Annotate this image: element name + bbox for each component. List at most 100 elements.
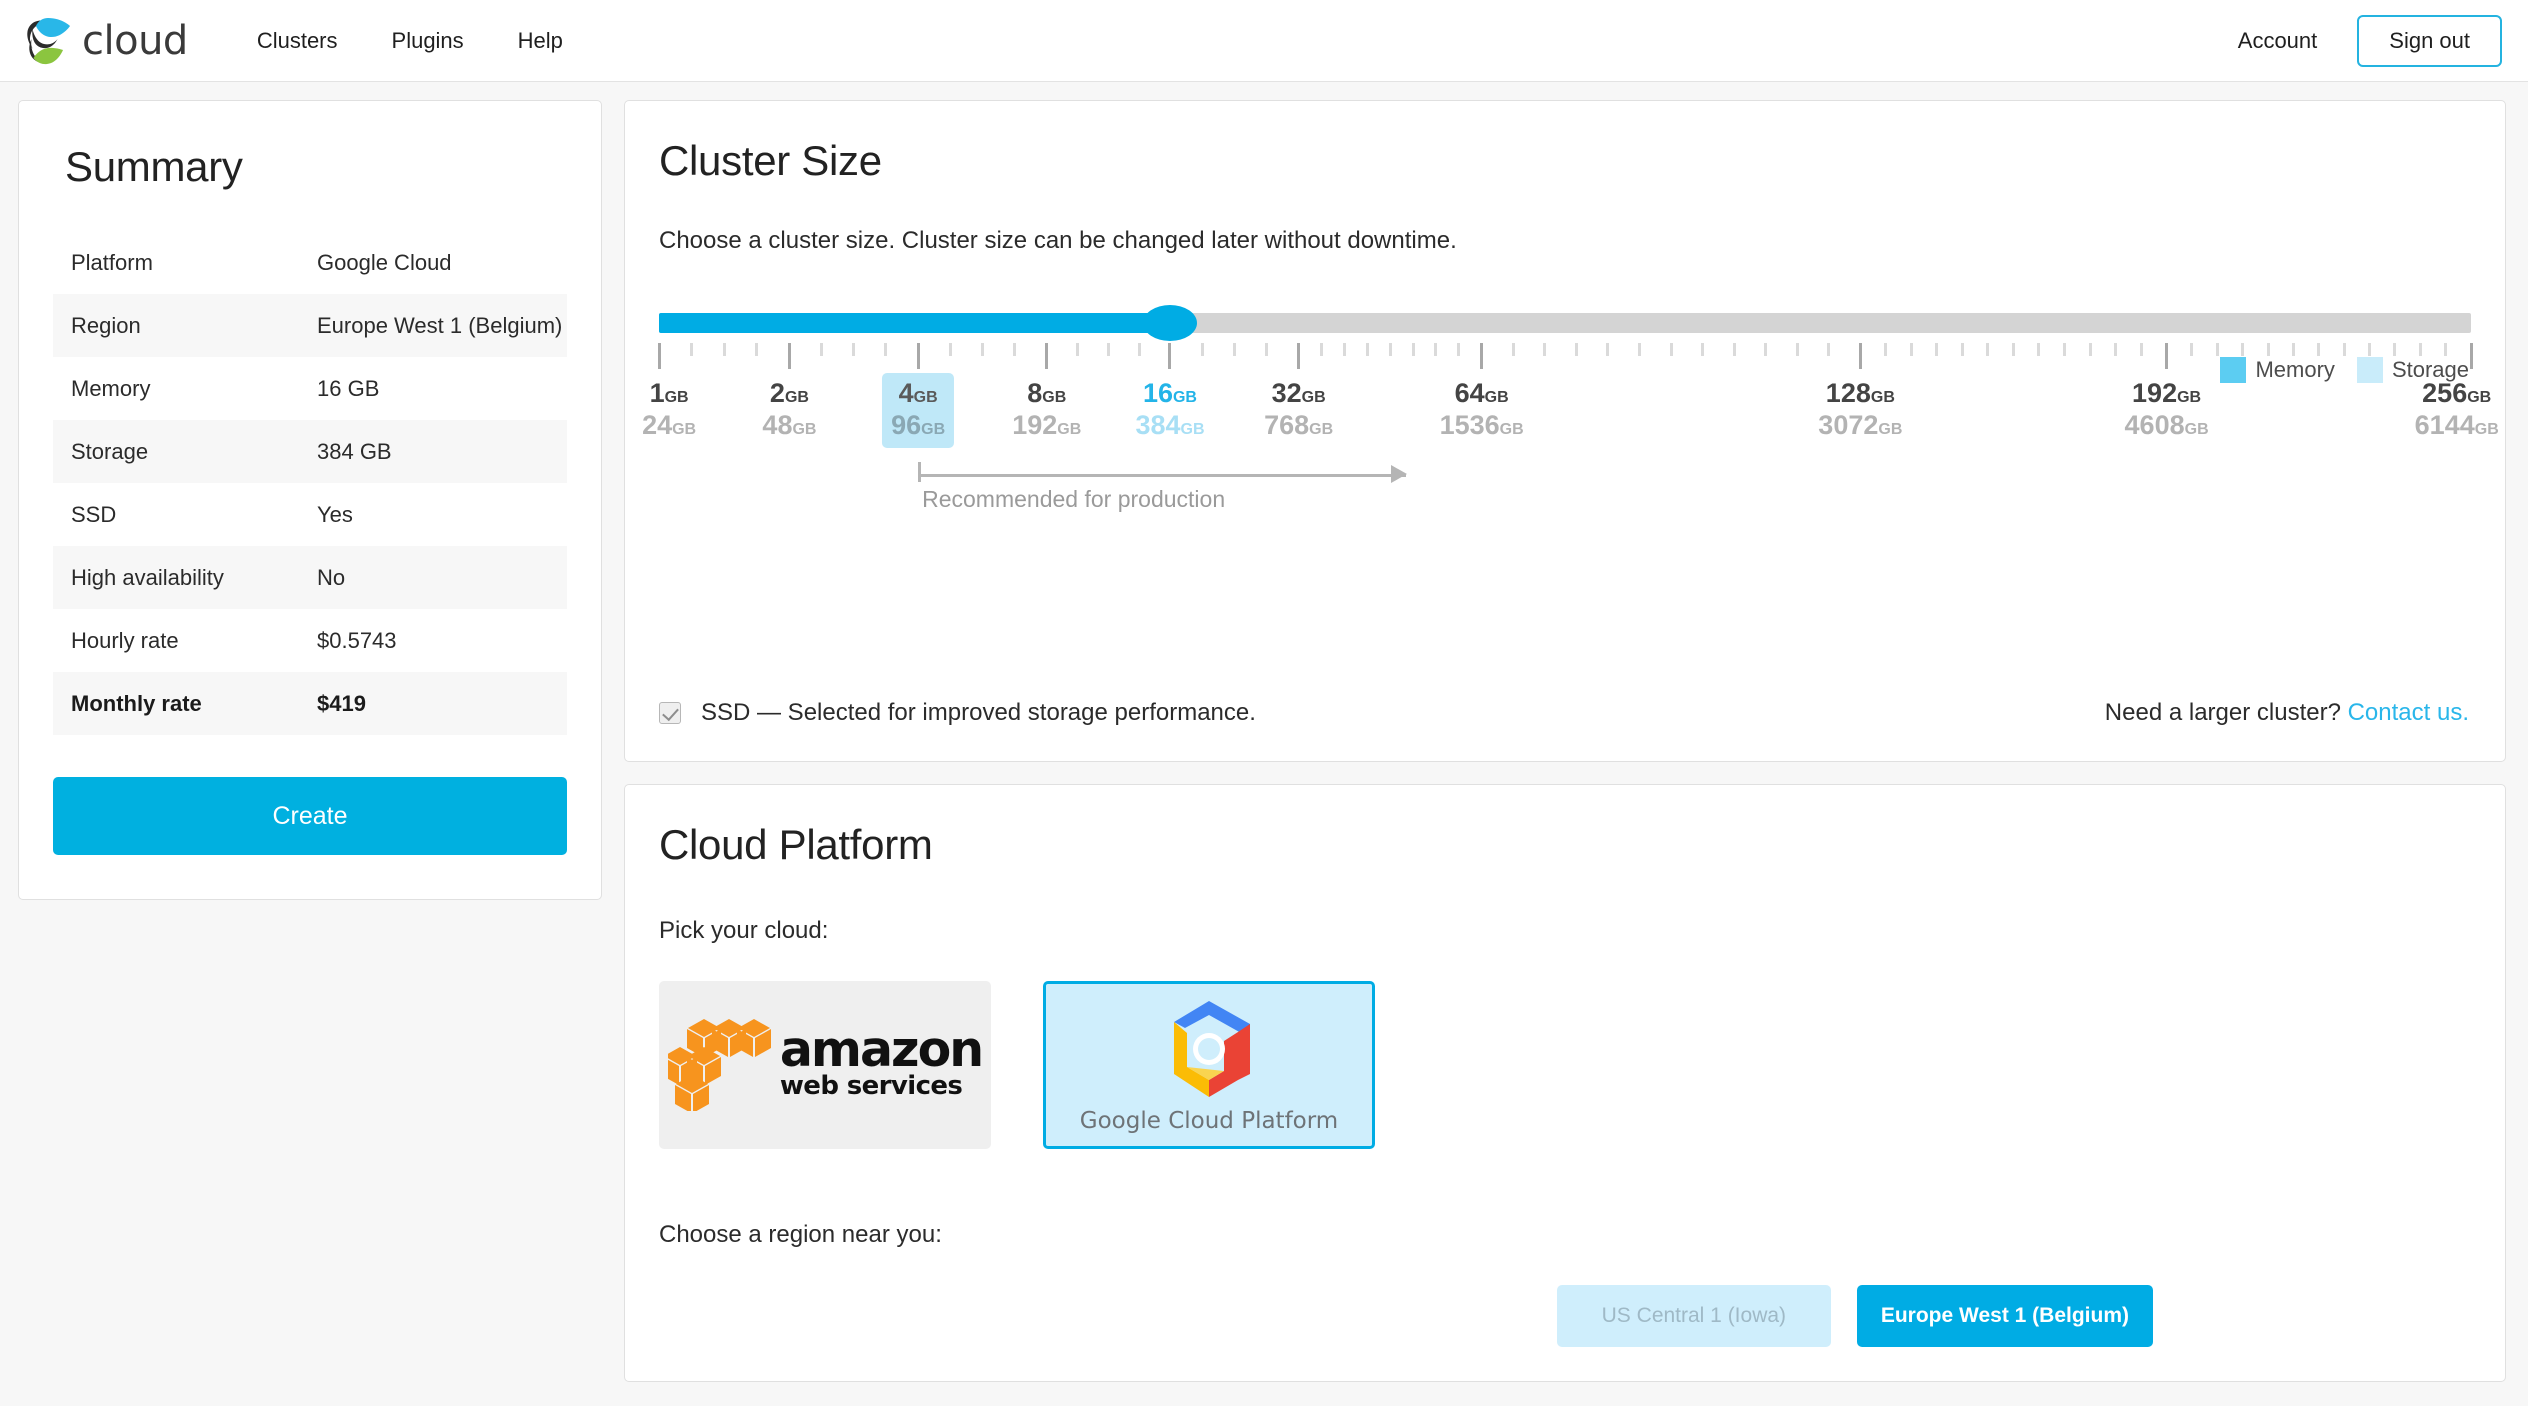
create-button[interactable]: Create (53, 777, 567, 855)
table-row: Region Europe West 1 (Belgium) (53, 294, 567, 357)
recommended-range-indicator: Recommended for production (918, 470, 1405, 526)
slider-tick-minor (1884, 343, 1887, 356)
aws-logo: amazon web services (668, 1015, 982, 1116)
tick-memory-value: 4GB (891, 379, 945, 409)
slider-tick-minor (1543, 343, 1546, 356)
tick-memory-unit: GB (1302, 389, 1326, 406)
tick-memory-unit: GB (1485, 389, 1509, 406)
ssd-checkbox[interactable] (659, 702, 681, 724)
slider-tick-minor (1233, 343, 1236, 356)
slider-tick-label[interactable]: 8GB192GB (1003, 373, 1090, 448)
slider-tick-label[interactable]: 1GB24GB (633, 373, 705, 448)
slider-tick-minor (2393, 343, 2396, 356)
tick-storage-value: 96GB (891, 411, 945, 441)
slider-tick-major (1480, 343, 1483, 369)
tick-storage-unit: GB (2475, 421, 2499, 438)
slider-tick-minor (1512, 343, 1515, 356)
tick-memory-unit: GB (1173, 389, 1197, 406)
slider-tick-label[interactable]: 128GB3072GB (1809, 373, 1911, 448)
recommended-label: Recommended for production (922, 486, 1225, 513)
tick-memory-value: 2GB (762, 379, 816, 409)
slider-tick-minor (1457, 343, 1460, 356)
slider-thumb[interactable] (1143, 305, 1197, 341)
slider-tick-minor (1606, 343, 1609, 356)
region-button-us-central-1[interactable]: US Central 1 (Iowa) (1557, 1285, 1831, 1347)
tick-storage-value: 1536GB (1440, 411, 1524, 441)
nav-link-clusters[interactable]: Clusters (230, 28, 365, 54)
slider-tick-minor (2089, 343, 2092, 356)
tick-storage-value: 384GB (1135, 411, 1204, 441)
tick-memory-value: 32GB (1264, 379, 1333, 409)
slider-tick-major (917, 343, 920, 369)
top-navbar: cloud Clusters Plugins Help Account Sign… (0, 0, 2528, 82)
account-link[interactable]: Account (2198, 28, 2358, 54)
slider-tick-label[interactable]: 4GB96GB (882, 373, 954, 448)
slider-tick-label[interactable]: 192GB4608GB (2116, 373, 2218, 448)
tick-memory-unit: GB (2177, 389, 2201, 406)
slider-tick-minor (1434, 343, 1437, 356)
slider-tick-label[interactable]: 64GB1536GB (1431, 373, 1533, 448)
tick-storage-unit: GB (1309, 421, 1333, 438)
slider-tick-minor (690, 343, 693, 356)
nav-link-help[interactable]: Help (491, 28, 590, 54)
recommended-start-cap (918, 462, 921, 482)
row-key: Hourly rate (53, 609, 299, 672)
slider-tick-label[interactable]: 2GB48GB (753, 373, 825, 448)
slider-tick-minor (2063, 343, 2066, 356)
slider-tick-marks (659, 343, 2471, 369)
tick-memory-value: 1GB (642, 379, 696, 409)
slider-tick-major (2165, 343, 2168, 369)
slider-tick-minor (1827, 343, 1830, 356)
slider-tick-label[interactable]: 16GB384GB (1126, 373, 1213, 448)
cloud-option-aws[interactable]: amazon web services (659, 981, 991, 1149)
tick-storage-unit: GB (792, 421, 816, 438)
need-larger-cluster-note: Need a larger cluster? Contact us. (2105, 699, 2469, 727)
cluster-size-slider[interactable]: 1GB24GB2GB48GB4GB96GB8GB192GB16GB384GB32… (659, 295, 2471, 485)
tick-memory-unit: GB (785, 389, 809, 406)
row-key: Region (53, 294, 299, 357)
slider-tick-minor (1638, 343, 1641, 356)
slider-tick-minor (1701, 343, 1704, 356)
slider-tick-minor (1265, 343, 1268, 356)
row-value: 16 GB (299, 357, 567, 420)
row-value: Google Cloud (299, 231, 567, 294)
tick-storage-unit: GB (1878, 421, 1902, 438)
brand-logo[interactable]: cloud (22, 13, 188, 69)
need-larger-text: Need a larger cluster? (2105, 699, 2341, 726)
slider-tick-label[interactable]: 32GB768GB (1255, 373, 1342, 448)
summary-card: Summary Platform Google Cloud Region Eur… (18, 100, 602, 900)
slider-tick-minor (1764, 343, 1767, 356)
aws-webservices-text: web services (780, 1072, 962, 1102)
slider-tick-minor (884, 343, 887, 356)
table-row: Hourly rate $0.5743 (53, 609, 567, 672)
nav-link-plugins[interactable]: Plugins (365, 28, 491, 54)
slider-tick-major (1168, 343, 1171, 369)
tick-storage-unit: GB (1500, 421, 1524, 438)
slider-tick-minor (1910, 343, 1913, 356)
slider-tick-minor (852, 343, 855, 356)
slider-tick-minor (1575, 343, 1578, 356)
row-value: Yes (299, 483, 567, 546)
slider-tick-minor (2267, 343, 2270, 356)
tick-memory-unit: GB (665, 389, 689, 406)
cloud-platform-panel: Cloud Platform Pick your cloud: (624, 784, 2506, 1382)
tick-memory-value: 64GB (1440, 379, 1524, 409)
slider-tick-minor (2241, 343, 2244, 356)
summary-table: Platform Google Cloud Region Europe West… (53, 231, 567, 735)
slider-tick-minor (2037, 343, 2040, 356)
tick-memory-value: 16GB (1135, 379, 1204, 409)
row-key: Memory (53, 357, 299, 420)
slider-tick-minor (2419, 343, 2422, 356)
cloud-option-gcp[interactable]: Google Cloud Platform (1043, 981, 1375, 1149)
contact-us-link[interactable]: Contact us. (2348, 699, 2469, 726)
table-row: Platform Google Cloud (53, 231, 567, 294)
sign-out-button[interactable]: Sign out (2357, 15, 2502, 67)
tick-storage-unit: GB (2185, 421, 2209, 438)
region-button-europe-west-1[interactable]: Europe West 1 (Belgium) (1857, 1285, 2153, 1347)
tick-storage-value: 4608GB (2125, 411, 2209, 441)
table-row: Monthly rate $419 (53, 672, 567, 735)
aws-amazon-text: amazon (780, 1028, 982, 1072)
tick-memory-unit: GB (914, 389, 938, 406)
region-buttons: US Central 1 (Iowa) Europe West 1 (Belgi… (659, 1285, 2471, 1347)
slider-tick-label[interactable]: 256GB6144GB (2406, 373, 2508, 448)
